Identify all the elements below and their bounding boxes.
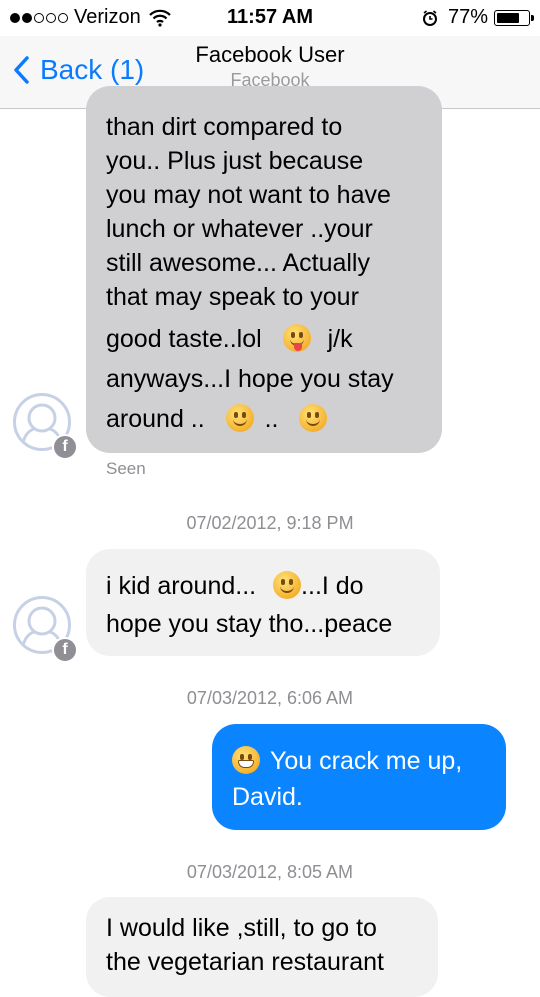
facebook-badge-icon: f [52, 434, 78, 460]
message-line: you.. Plus just because [106, 147, 364, 175]
tongue-out-emoji-icon [282, 324, 311, 352]
message-text: good taste..lol [106, 325, 262, 353]
alarm-icon [422, 9, 437, 26]
battery-icon [494, 9, 534, 26]
smile-emoji-icon [273, 571, 302, 599]
message-line: hope you stay tho...peace [106, 610, 393, 638]
timestamp: 07/03/2012, 6:06 AM [186, 688, 354, 708]
message-line: You crack me up, [232, 744, 486, 778]
battery-percent: 77% [447, 6, 488, 28]
message-line: good taste..lol j/k [106, 322, 422, 356]
message-text: around .. [106, 405, 205, 433]
message-line: anyways...I hope you stay [106, 365, 394, 393]
message-line: that may speak to your [106, 283, 359, 311]
message-line: still awesome... Actually [106, 249, 370, 277]
message-text: ...I do [301, 572, 364, 600]
incoming-message-bubble[interactable]: i kid around... ...I do hope you stay th… [86, 549, 440, 656]
message-text: i kid around... [106, 572, 257, 600]
message-line: around .. .. [106, 402, 422, 436]
smile-emoji-icon [299, 404, 328, 432]
outgoing-message-bubble[interactable]: You crack me up, David. [212, 724, 506, 830]
message-line: I would like ,still, to go to [106, 914, 377, 942]
message-text: You crack me up, [270, 747, 463, 775]
message-line: lunch or whatever ..your [106, 215, 373, 243]
message-line: i kid around... ...I do [106, 569, 420, 603]
message-line: you may not want to have [106, 181, 391, 209]
seen-indicator: Seen [106, 459, 146, 478]
incoming-message-bubble[interactable]: than dirt compared to you.. Plus just be… [86, 86, 442, 453]
message-text: .. [264, 405, 279, 433]
message-line: David. [232, 783, 303, 811]
message-text: j/k [327, 325, 353, 353]
status-bar: Verizon 11:57 AM 77% [0, 0, 540, 36]
smile-emoji-icon [225, 404, 254, 432]
message-line: than dirt compared to [106, 113, 343, 141]
status-right: 77% [422, 6, 534, 29]
timestamp: 07/02/2012, 9:18 PM [186, 513, 354, 533]
battery-fill [497, 12, 520, 23]
facebook-badge-icon: f [52, 637, 78, 663]
incoming-message-bubble[interactable]: I would like ,still, to go to the vegeta… [86, 897, 438, 997]
timestamp: 07/03/2012, 8:05 AM [186, 862, 354, 882]
message-line: the vegetarian restaurant [106, 948, 384, 976]
conversation-title: Facebook User [195, 42, 345, 67]
grinning-emoji-icon [232, 746, 260, 774]
